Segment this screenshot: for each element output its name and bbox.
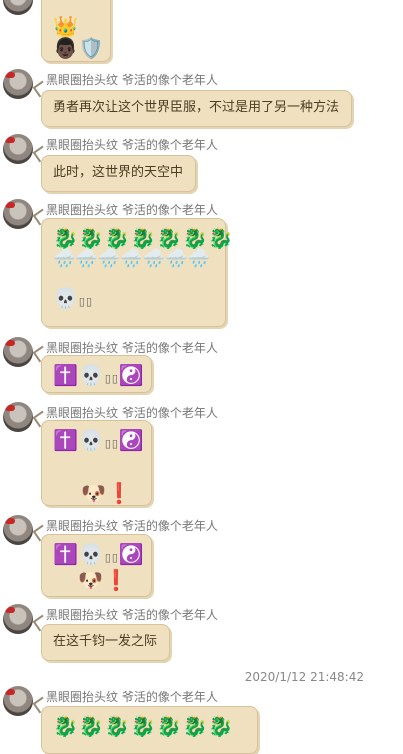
dog-alert-row: 🐶❗ bbox=[78, 568, 130, 592]
sender-name: 黑眼圈抬头纹 爷活的像个老年人 bbox=[46, 608, 218, 622]
avatar[interactable] bbox=[3, 0, 33, 15]
message-bubble: ✝️💀▯▯☯️ 🐶❗ bbox=[41, 420, 152, 506]
dog-alert-row: 🐶❗ bbox=[81, 481, 133, 505]
avatar[interactable] bbox=[3, 515, 33, 545]
message-bubble: 在这千钧一发之际 bbox=[41, 624, 170, 661]
dragon-row: 🐉🐉🐉🐉🐉🐉🐉 bbox=[53, 714, 235, 738]
yin-yang-icon: ☯️ bbox=[118, 363, 145, 387]
message-bubble: 🐉🐉🐉🐉🐉🐉🐉 🌧️🌧️🌧️🌧️🌧️🌧️🌧️ 💀▯▯ bbox=[41, 218, 235, 327]
cross-skull-icon: ✝️💀 bbox=[53, 428, 105, 452]
sender-name: 黑眼圈抬头纹 爷活的像个老年人 bbox=[46, 519, 218, 533]
sender-name: 黑眼圈抬头纹 爷活的像个老年人 bbox=[46, 138, 218, 152]
sender-name: 黑眼圈抬头纹 爷活的像个老年人 bbox=[46, 203, 218, 217]
skull-icon: 💀 bbox=[53, 286, 79, 310]
avatar[interactable] bbox=[3, 134, 33, 164]
face-icon: 👨🏿 bbox=[53, 36, 79, 60]
shield-icon: 🛡️ bbox=[78, 36, 105, 60]
face-shield-icon: 👨🏿🛡️ bbox=[53, 36, 104, 60]
avatar[interactable] bbox=[3, 604, 33, 634]
unknown-glyphs: ▯▯ bbox=[78, 295, 94, 308]
avatar[interactable] bbox=[3, 337, 33, 367]
message-bubble: 🐉🐉🐉🐉🐉🐉🐉 bbox=[41, 706, 258, 754]
symbol-row: ✝️💀▯▯☯️ bbox=[53, 428, 144, 455]
message-bubble: 勇者再次让这个世界臣服，不过是用了另一种方法 bbox=[41, 90, 352, 127]
skull-row: 💀▯▯ bbox=[53, 287, 214, 313]
rain-cloud-row: 🌧️🌧️🌧️🌧️🌧️🌧️🌧️ bbox=[53, 248, 210, 269]
unknown-glyphs: ▯▯ bbox=[104, 372, 119, 385]
message-bubble: 👑 👨🏿🛡️ bbox=[41, 0, 111, 62]
avatar[interactable] bbox=[3, 199, 33, 229]
message-bubble: ✝️💀▯▯☯️ 🐶❗ bbox=[41, 534, 152, 597]
avatar[interactable] bbox=[3, 402, 33, 432]
sender-name: 黑眼圈抬头纹 爷活的像个老年人 bbox=[46, 406, 218, 420]
yin-yang-icon: ☯️ bbox=[118, 542, 145, 566]
symbol-row: ✝️💀▯▯☯️ bbox=[53, 363, 144, 390]
cross-skull-icon: ✝️💀 bbox=[53, 363, 105, 387]
avatar[interactable] bbox=[3, 686, 33, 716]
symbol-row: ✝️💀▯▯☯️ bbox=[53, 542, 144, 569]
cross-skull-icon: ✝️💀 bbox=[53, 542, 105, 566]
message-bubble: ✝️💀▯▯☯️ bbox=[41, 355, 152, 393]
avatar[interactable] bbox=[3, 69, 33, 99]
unknown-glyphs: ▯▯ bbox=[104, 551, 119, 564]
sender-name: 黑眼圈抬头纹 爷活的像个老年人 bbox=[46, 341, 218, 355]
dragon-row: 🐉🐉🐉🐉🐉🐉🐉 bbox=[53, 226, 235, 250]
yin-yang-icon: ☯️ bbox=[118, 428, 145, 452]
timestamp: 2020/1/12 21:48:42 bbox=[244, 670, 364, 684]
message-bubble: 此时，这世界的天空中 bbox=[41, 155, 196, 192]
sender-name: 黑眼圈抬头纹 爷活的像个老年人 bbox=[46, 690, 218, 704]
crown-icon: 👑 bbox=[53, 14, 79, 38]
sender-name: 黑眼圈抬头纹 爷活的像个老年人 bbox=[46, 73, 218, 87]
unknown-glyphs: ▯▯ bbox=[104, 437, 119, 450]
